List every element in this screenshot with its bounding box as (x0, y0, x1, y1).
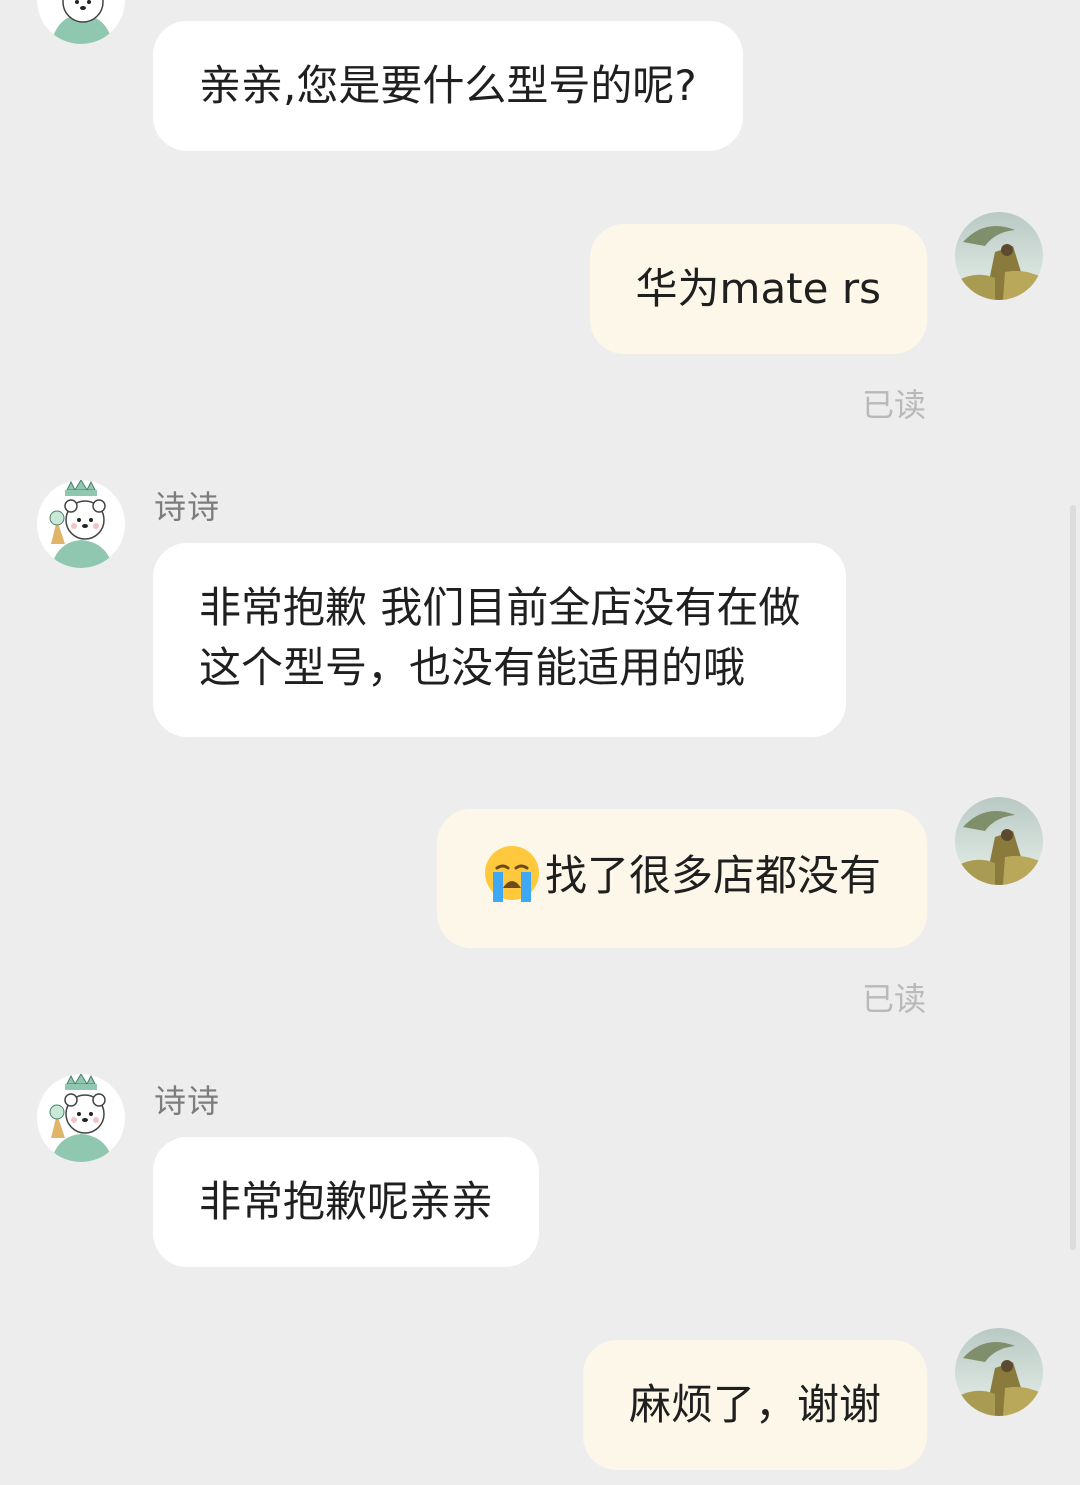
read-status: 已读 (861, 980, 926, 1018)
incoming-message-bubble[interactable]: 非常抱歉 我们目前全店没有在做 这个型号，也没有能适用的哦 (153, 543, 847, 737)
bear-avatar-icon (37, 1074, 125, 1162)
loudly-crying-face-icon (484, 846, 539, 902)
read-status: 已读 (861, 386, 926, 424)
my-avatar[interactable] (955, 212, 1043, 300)
bear-avatar-icon (37, 0, 125, 44)
sender-name: 诗诗 (154, 488, 221, 526)
scrollbar[interactable] (1070, 505, 1076, 1250)
message-text: 找了很多店都没有 (544, 851, 881, 900)
my-avatar[interactable] (955, 1328, 1043, 1416)
shop-avatar[interactable] (37, 1074, 125, 1162)
shop-avatar[interactable] (37, 480, 125, 568)
outgoing-message-bubble[interactable]: 找了很多店都没有 (436, 809, 927, 948)
user-avatar-icon (955, 797, 1043, 885)
user-avatar-icon (955, 1328, 1043, 1416)
message-text: 麻烦了，谢谢 (628, 1380, 881, 1429)
incoming-message-bubble[interactable]: 非常抱歉呢亲亲 (153, 1137, 540, 1267)
outgoing-message-bubble[interactable]: 麻烦了，谢谢 (582, 1340, 927, 1470)
bear-avatar-icon (37, 480, 125, 568)
shop-avatar[interactable] (37, 0, 125, 44)
message-text: 华为mate rs (635, 264, 881, 313)
message-text-line: 这个型号，也没有能适用的哦 (199, 643, 746, 692)
user-avatar-icon (955, 212, 1043, 300)
message-text: 亲亲,您是要什么型号的呢? (199, 61, 697, 110)
my-avatar[interactable] (955, 797, 1043, 885)
sender-name: 诗诗 (154, 1082, 221, 1120)
chat-message-list[interactable]: 亲亲,您是要什么型号的呢? 华为mate rs 已读 诗诗 非常抱歉 我们目前全… (0, 0, 1080, 1485)
message-text: 非常抱歉呢亲亲 (199, 1177, 494, 1226)
incoming-message-bubble[interactable]: 亲亲,您是要什么型号的呢? (153, 21, 743, 151)
message-text-line: 非常抱歉 我们目前全店没有在做 (199, 583, 801, 632)
outgoing-message-bubble[interactable]: 华为mate rs (589, 224, 927, 354)
